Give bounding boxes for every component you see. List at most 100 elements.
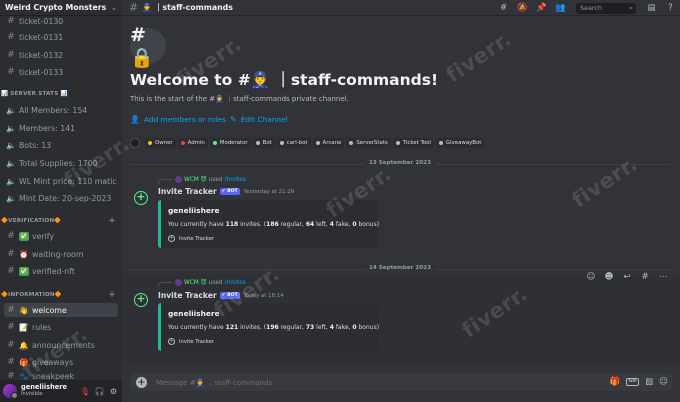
voice-channel-all-members[interactable]: 🔈 All Members: 154	[4, 103, 118, 117]
channel-ticket-0130[interactable]: # ticket-0130	[4, 14, 118, 28]
hash-icon: #	[7, 372, 15, 380]
voice-channel-bots[interactable]: 🔈 Bots: 13	[4, 138, 118, 152]
channel-announcements[interactable]: # 🔔 announcements	[4, 338, 118, 352]
reply-verb: used	[208, 176, 223, 183]
voice-channel-total-supplies[interactable]: 🔈 Total Supplies: 1700	[4, 156, 118, 170]
emoji-icon[interactable]: ☺	[659, 377, 668, 387]
channel-verified-nft[interactable]: # ✅ verified-nft	[4, 264, 118, 278]
channel-ticket-0132[interactable]: # ticket-0132	[4, 48, 118, 62]
embed-footer-label: Invite Tracker	[179, 235, 214, 242]
role-chip-arcane[interactable]: Arcane	[312, 138, 345, 148]
headphones-icon[interactable]: 🎧	[95, 387, 105, 396]
create-thread-icon[interactable]: #	[638, 272, 652, 282]
channel-welcome[interactable]: # 👋 welcome	[4, 303, 118, 317]
voice-channel-mint-date[interactable]: 🔈 Mint Date: 20-sep-2023	[4, 191, 118, 205]
pencil-icon: ✎	[230, 115, 237, 124]
channel-label: All Members: 154	[19, 105, 88, 115]
bot-avatar-plus-icon[interactable]: +	[134, 191, 148, 205]
hash-icon: #	[7, 357, 15, 367]
bell-muted-icon[interactable]: 🔕	[513, 3, 532, 13]
role-chip-giveawaybot[interactable]: GiveawayBot	[435, 138, 485, 148]
voice-channel-wl-mint-price[interactable]: 🔈 WL Mint price: 110 matic	[4, 174, 118, 188]
reply-username[interactable]: WCM 😈	[184, 280, 207, 286]
reply-spine	[158, 179, 172, 184]
reply-context[interactable]: WCM 😈 used /invites	[158, 278, 246, 287]
more-options-icon[interactable]: ⋯	[656, 272, 670, 282]
hash-icon: #	[7, 32, 15, 42]
alarm-clock-icon: ⏰	[19, 249, 29, 259]
gear-icon[interactable]: ⚙	[110, 387, 117, 396]
pin-icon[interactable]: 📌	[532, 3, 551, 13]
command-link[interactable]: /invites	[225, 177, 246, 183]
author-name[interactable]: Invite Tracker	[158, 187, 217, 196]
channel-rules[interactable]: # 📝 rules	[4, 320, 118, 334]
welcome-title: Welcome to #👮 ｜staff-commands!	[130, 71, 439, 89]
gif-button[interactable]: GIF	[626, 378, 640, 386]
category-information[interactable]: 🔶INFORMATION🔶 +	[1, 290, 119, 300]
inbox-icon[interactable]: ▤	[642, 3, 661, 13]
speaker-icon: 🔈	[6, 176, 16, 186]
message-composer: + 🎁 GIF ▧ ☺	[130, 373, 672, 391]
channel-ticket-0131[interactable]: # ticket-0131	[4, 30, 118, 44]
add-channel-button[interactable]: +	[108, 290, 116, 300]
category-server-stats[interactable]: 📊 SERVER STATS 📊	[1, 89, 119, 99]
category-verification[interactable]: 🔶VERIFICATION🔶 +	[1, 216, 119, 226]
paw-icon: 🐾	[19, 372, 29, 380]
hash-icon: #	[7, 67, 15, 77]
command-link[interactable]: /invites	[225, 280, 246, 286]
search-input[interactable]: Search ⌕	[576, 2, 636, 14]
bot-tag: ✔ BOT	[219, 188, 240, 195]
role-color-dot	[438, 141, 443, 145]
gift-icon[interactable]: 🎁	[610, 377, 621, 387]
role-chip-ticket-tool[interactable]: Ticket Tool	[392, 138, 434, 148]
channel-label: Members: 141	[19, 123, 76, 133]
author-name[interactable]: Invite Tracker	[158, 291, 217, 300]
channel-sidebar: Weird Crypto Monsters ⌄ # ticket-0130 # ti…	[0, 0, 122, 402]
voice-channel-members[interactable]: 🔈 Members: 141	[4, 121, 118, 135]
help-icon[interactable]: ?	[661, 3, 680, 13]
role-label: Moderator	[219, 140, 248, 146]
role-chip-carl-bot[interactable]: carl-bot	[276, 138, 311, 148]
add-super-reaction-icon[interactable]: ☻	[602, 272, 616, 282]
role-chip-serverstats[interactable]: ServerStats	[346, 138, 391, 148]
channel-label: sneakpeek	[32, 372, 75, 380]
role-chip-bot[interactable]: Bot	[252, 138, 275, 148]
avatar[interactable]	[3, 384, 18, 399]
channel-label: announcements	[32, 340, 95, 350]
message-header: Invite Tracker ✔ BOT Today at 18:14	[158, 291, 284, 300]
channel-sneakpeek[interactable]: # 🐾 sneakpeek	[4, 372, 118, 380]
message-hover-toolbar: ☺ ☻ ↩ # ⋯	[584, 270, 670, 284]
reply-context[interactable]: WCM 😈 used /invites	[158, 175, 246, 184]
reply-username[interactable]: WCM 😈	[184, 177, 207, 183]
bot-avatar-plus-icon[interactable]: +	[134, 293, 148, 307]
role-chip-moderator[interactable]: Moderator	[209, 138, 251, 148]
channel-giveaways[interactable]: # 🎁 giveaways	[4, 355, 118, 369]
attach-plus-icon[interactable]: +	[136, 376, 147, 388]
message-input[interactable]	[156, 377, 556, 387]
add-members-button[interactable]: 👤 Add members or roles	[130, 115, 226, 124]
microphone-muted-icon[interactable]: 🎙	[80, 387, 90, 396]
sticker-icon[interactable]: ▧	[645, 377, 653, 387]
channel-label: ticket-0130	[19, 16, 64, 26]
date-divider: 13 September 2023	[130, 160, 670, 168]
role-chip-admin[interactable]: Admin	[177, 138, 208, 148]
role-color-dot	[255, 141, 260, 145]
channel-welcome-badge: #🔒	[130, 24, 166, 69]
role-chip-owner[interactable]: Owner	[145, 138, 176, 148]
memo-icon: 📝	[19, 322, 29, 332]
add-reaction-icon[interactable]: ☺	[584, 272, 598, 282]
username[interactable]: geneliishere	[21, 384, 67, 391]
hash-icon: #	[7, 340, 15, 350]
members-icon[interactable]: 👥	[551, 3, 570, 13]
channel-verify[interactable]: # ✅ verify	[4, 229, 118, 243]
channel-waiting-room[interactable]: # ⏰ waiting-room	[4, 247, 118, 261]
reply-icon[interactable]: ↩	[620, 272, 634, 282]
role-color-dot	[148, 141, 152, 145]
channel-ticket-0133[interactable]: # ticket-0133	[4, 65, 118, 79]
bot-tag: ✔ BOT	[219, 292, 240, 299]
add-channel-button[interactable]: +	[108, 216, 116, 226]
channel-label: verified-nft	[32, 266, 75, 276]
threads-icon[interactable]: #	[494, 3, 513, 13]
embed-description: You currently have 121 invites. (196 reg…	[168, 324, 380, 331]
edit-channel-button[interactable]: ✎ Edit Channel	[230, 115, 288, 124]
